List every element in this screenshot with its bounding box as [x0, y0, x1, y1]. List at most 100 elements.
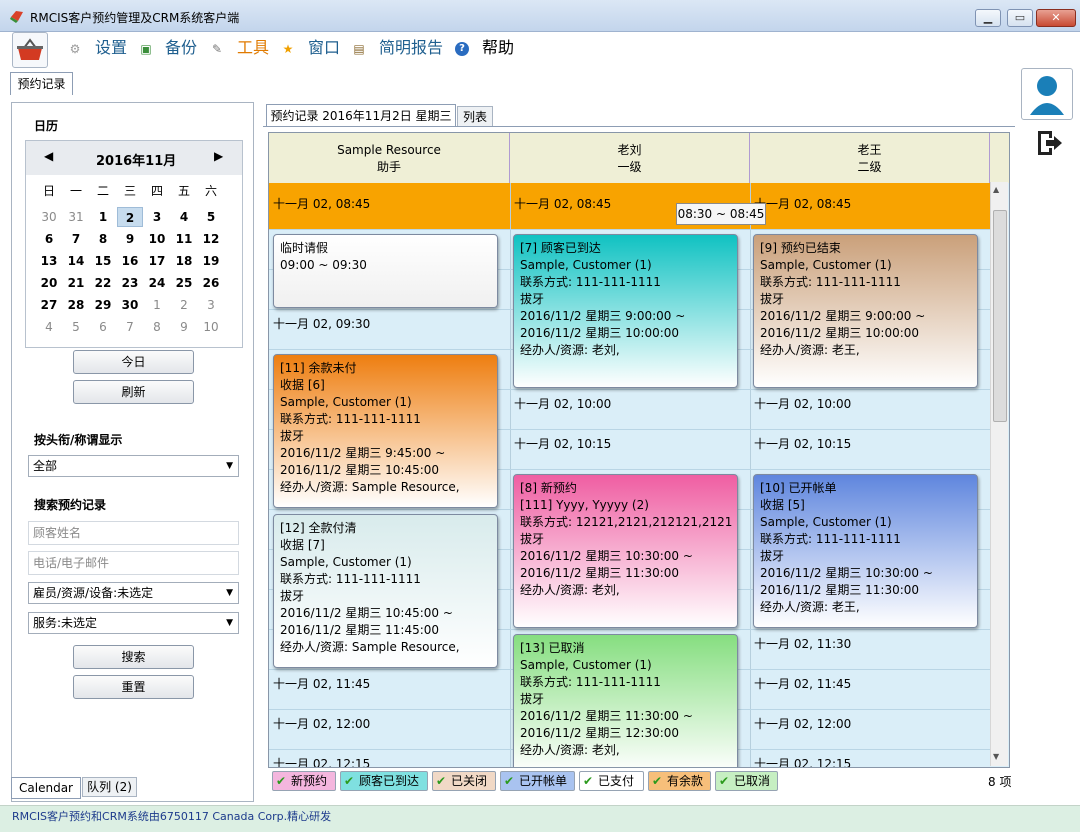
calendar-day[interactable]: 13	[36, 251, 62, 271]
time-slot-label[interactable]: 十一月 02, 10:15	[754, 435, 851, 452]
calendar-day[interactable]: 6	[36, 229, 62, 249]
calendar-day[interactable]: 26	[198, 273, 224, 293]
tab-calendar[interactable]: Calendar	[11, 777, 81, 799]
staff-select[interactable]: 雇员/资源/设备:未选定 ▼	[28, 582, 239, 604]
appointment-card-a11[interactable]: [11] 余款未付 收据 [6] Sample, Customer (1) 联系方式:…	[273, 354, 498, 508]
menu-window[interactable]: 窗口	[308, 38, 340, 62]
time-slot-label[interactable]: 十一月 02, 11:45	[754, 675, 851, 692]
calendar-day[interactable]: 17	[144, 251, 170, 271]
time-slot-label[interactable]: 十一月 02, 08:45	[754, 195, 851, 212]
calendar-day[interactable]: 24	[144, 273, 170, 293]
calendar-day[interactable]: 4	[171, 207, 197, 227]
column-header-wang[interactable]: 老王 二级	[750, 133, 990, 183]
time-slot-label[interactable]: 十一月 02, 08:45	[273, 195, 370, 212]
logout-button[interactable]	[1034, 128, 1064, 158]
calendar-day[interactable]: 4	[36, 317, 62, 337]
tab-appointments[interactable]: 预约记录	[10, 72, 73, 95]
calendar-day[interactable]: 12	[198, 229, 224, 249]
calendar-day[interactable]: 10	[198, 317, 224, 337]
calendar-day[interactable]: 27	[36, 295, 62, 315]
calendar-day[interactable]: 7	[117, 317, 143, 337]
service-select[interactable]: 服务:未选定 ▼	[28, 612, 239, 634]
calendar-day[interactable]: 21	[63, 273, 89, 293]
time-slot-label[interactable]: 十一月 02, 09:30	[273, 315, 370, 332]
calendar-day[interactable]: 20	[36, 273, 62, 293]
vertical-scrollbar[interactable]: ▲ ▼	[990, 182, 1008, 766]
appointment-card-leave[interactable]: 临时请假 09:00 ~ 09:30	[273, 234, 498, 308]
tab-day-view[interactable]: 预约记录 2016年11月2日 星期三	[266, 104, 456, 127]
calendar-day[interactable]: 7	[63, 229, 89, 249]
calendar-day[interactable]: 5	[198, 207, 224, 227]
menu-tools[interactable]: 工具	[237, 38, 269, 62]
menu-backup[interactable]: 备份	[165, 38, 197, 62]
time-slot-label[interactable]: 十一月 02, 12:15	[754, 755, 851, 767]
calendar-day[interactable]: 30	[117, 295, 143, 315]
legend-item[interactable]: ✔ 新预约	[272, 771, 336, 791]
time-slot-label[interactable]: 十一月 02, 12:15	[273, 755, 370, 767]
menu-settings[interactable]: 设置	[95, 38, 127, 62]
legend-item[interactable]: ✔ 已支付	[579, 771, 644, 791]
appointment-card-a13[interactable]: [13] 已取消 Sample, Customer (1) 联系方式: 111-11…	[513, 634, 738, 767]
time-slot-label[interactable]: 十一月 02, 10:00	[754, 395, 851, 412]
calendar-day[interactable]: 3	[144, 207, 170, 227]
time-slot-label[interactable]: 十一月 02, 10:15	[514, 435, 611, 452]
calendar-day[interactable]: 28	[63, 295, 89, 315]
calendar-day[interactable]: 23	[117, 273, 143, 293]
calendar-day[interactable]: 9	[117, 229, 143, 249]
reset-button[interactable]: 重置	[73, 675, 194, 699]
contact-input[interactable]: 电话/电子邮件	[28, 551, 239, 575]
appointment-card-a12[interactable]: [12] 全款付清 收据 [7] Sample, Customer (1) 联系方式:…	[273, 514, 498, 668]
minimize-button[interactable]: ▁	[975, 9, 1001, 27]
menu-help[interactable]: 帮助	[482, 38, 514, 62]
calendar-day[interactable]: 15	[90, 251, 116, 271]
calendar-day[interactable]: 2	[171, 295, 197, 315]
calendar-day[interactable]: 9	[171, 317, 197, 337]
legend-item[interactable]: ✔ 有余款	[648, 771, 711, 791]
time-slot-label[interactable]: 十一月 02, 12:00	[273, 715, 370, 732]
next-month-button[interactable]: ▶	[214, 149, 223, 163]
time-slot-label[interactable]: 十一月 02, 11:30	[754, 635, 851, 652]
calendar-day[interactable]: 3	[198, 295, 224, 315]
app-logo-button[interactable]	[12, 32, 48, 68]
calendar-day[interactable]: 31	[63, 207, 89, 227]
user-profile-button[interactable]	[1021, 68, 1073, 120]
calendar-day[interactable]: 2	[117, 207, 143, 227]
calendar-day[interactable]: 14	[63, 251, 89, 271]
legend-item[interactable]: ✔ 已关闭	[432, 771, 496, 791]
time-slot-label[interactable]: 十一月 02, 11:45	[273, 675, 370, 692]
customer-name-input[interactable]: 顾客姓名	[28, 521, 239, 545]
menu-report[interactable]: 简明报告	[379, 38, 443, 62]
calendar-day[interactable]: 19	[198, 251, 224, 271]
calendar-day[interactable]: 5	[63, 317, 89, 337]
prev-month-button[interactable]: ◀	[44, 149, 53, 163]
time-slot-label[interactable]: 十一月 02, 10:00	[514, 395, 611, 412]
tab-queue[interactable]: 队列 (2)	[82, 777, 137, 797]
maximize-button[interactable]: ▭	[1007, 9, 1033, 27]
legend-item[interactable]: ✔ 已开帐单	[500, 771, 575, 791]
calendar-day[interactable]: 29	[90, 295, 116, 315]
close-button[interactable]: ✕	[1036, 9, 1076, 27]
time-slot-label[interactable]: 十一月 02, 12:00	[754, 715, 851, 732]
calendar-day[interactable]: 1	[144, 295, 170, 315]
today-button[interactable]: 今日	[73, 350, 194, 374]
calendar-day[interactable]: 8	[90, 229, 116, 249]
calendar-day[interactable]: 11	[171, 229, 197, 249]
appointment-card-a9[interactable]: [9] 预约已结束 Sample, Customer (1) 联系方式: 111-1…	[753, 234, 978, 388]
appointment-card-a10[interactable]: [10] 已开帐单 收据 [5] Sample, Customer (1) 联系方式:…	[753, 474, 978, 628]
appointment-card-a8[interactable]: [8] 新预约 [111] Yyyy, Yyyyy (2) 联系方式: 12121,…	[513, 474, 738, 628]
calendar-day[interactable]: 10	[144, 229, 170, 249]
display-by-select[interactable]: 全部 ▼	[28, 455, 239, 477]
tab-list[interactable]: 列表	[457, 106, 493, 127]
calendar-day[interactable]: 18	[171, 251, 197, 271]
legend-item[interactable]: ✔ 已取消	[715, 771, 778, 791]
scroll-up-icon[interactable]: ▲	[993, 185, 999, 194]
calendar-day[interactable]: 1	[90, 207, 116, 227]
column-header-resource[interactable]: Sample Resource 助手	[269, 133, 510, 183]
calendar-day[interactable]: 6	[90, 317, 116, 337]
scroll-down-icon[interactable]: ▼	[993, 752, 999, 761]
refresh-button[interactable]: 刷新	[73, 380, 194, 404]
search-button[interactable]: 搜索	[73, 645, 194, 669]
calendar-day[interactable]: 8	[144, 317, 170, 337]
column-header-liu[interactable]: 老刘 一级	[510, 133, 750, 183]
calendar-day[interactable]: 22	[90, 273, 116, 293]
